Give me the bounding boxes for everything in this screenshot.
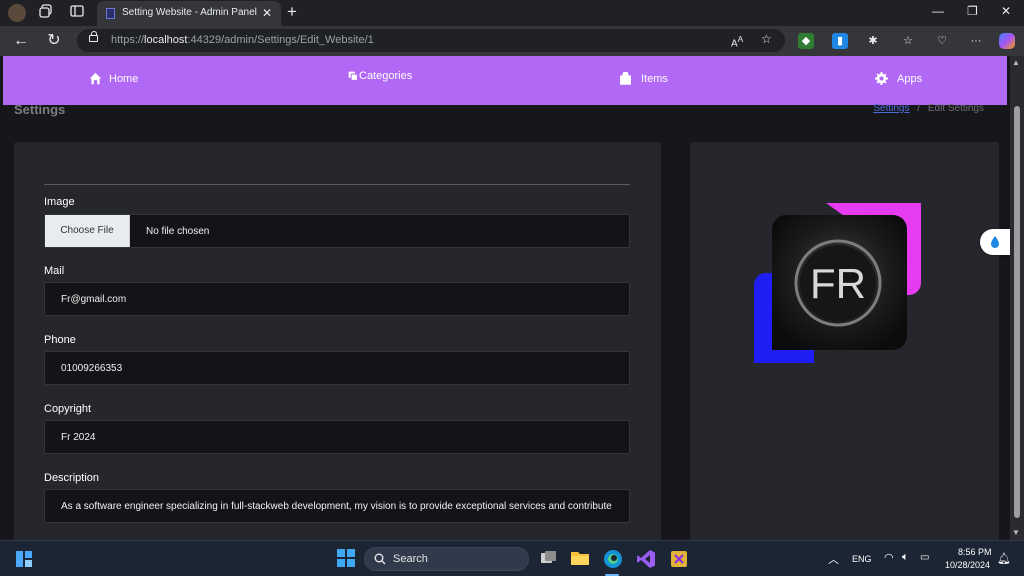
description-field[interactable]: As a software engineer specializing in f… <box>44 489 630 523</box>
phone-value: 01009266353 <box>61 363 123 374</box>
description-label: Description <box>44 472 100 484</box>
logo-preview-card: FR <box>690 142 999 540</box>
description-value: As a software engineer specializing in f… <box>61 501 612 512</box>
extension-blue-icon[interactable]: ▮ <box>832 33 848 49</box>
profile-avatar[interactable] <box>8 4 26 22</box>
windows-taskbar: Search ︿ ENG ◠ 🔈︎ ▭ 8:56 PM 10/28/2024 🔔… <box>0 540 1024 576</box>
breadcrumb: Settings / Edit Settings <box>873 103 984 114</box>
search-label: Search <box>393 553 428 565</box>
new-tab-icon[interactable]: + <box>287 2 297 22</box>
image-label: Image <box>44 196 75 208</box>
breadcrumb-settings-link[interactable]: Settings <box>873 103 909 114</box>
copy-icon <box>348 71 358 81</box>
tab-actions-icon[interactable] <box>68 4 86 22</box>
mail-field[interactable]: Fr@gmail.com <box>44 282 630 316</box>
choose-file-button[interactable]: Choose File <box>45 215 130 247</box>
nav-apps-label: Apps <box>897 72 923 85</box>
taskbar-search[interactable]: Search <box>364 547 529 571</box>
start-icon[interactable] <box>337 549 357 569</box>
nav-home-label: Home <box>109 72 139 85</box>
notification-bell-icon[interactable]: 🔔︎ <box>997 552 1011 565</box>
copilot-icon[interactable] <box>999 33 1015 49</box>
site-logo-image: FR <box>754 203 924 368</box>
more-menu-icon[interactable]: ··· <box>968 33 984 49</box>
copyright-field[interactable]: Fr 2024 <box>44 420 630 454</box>
top-navbar: Home Categories Items Apps <box>3 56 1007 105</box>
favorites-icon[interactable]: ☆ <box>900 33 916 49</box>
form-divider <box>44 184 630 185</box>
gear-icon <box>875 72 888 85</box>
home-icon <box>89 72 102 85</box>
file-status-text: No file chosen <box>146 226 210 237</box>
url-text: https://localhost:44329/admin/Settings/E… <box>111 34 374 46</box>
copyright-label: Copyright <box>44 403 92 415</box>
close-window-icon[interactable]: ✕ <box>1001 4 1011 18</box>
wifi-icon[interactable]: ◠ <box>884 551 894 564</box>
tab-active[interactable]: Setting Website - Admin Panel ✕ <box>97 1 281 26</box>
battery-icon[interactable]: ▭ <box>920 552 929 563</box>
clock-time[interactable]: 8:56 PM <box>958 547 992 557</box>
browser-essentials-icon[interactable]: ♡ <box>934 33 950 49</box>
nav-apps[interactable]: Apps <box>875 72 922 85</box>
browser-toolbar: ← ↻ https://localhost:44329/admin/Settin… <box>0 26 1024 56</box>
widgets-icon[interactable] <box>15 550 33 568</box>
edge-icon[interactable] <box>603 549 623 569</box>
tab-close-icon[interactable]: ✕ <box>262 6 272 20</box>
back-icon[interactable]: ← <box>11 31 31 51</box>
nav-home[interactable]: Home <box>89 72 138 85</box>
nav-items[interactable]: Items <box>619 72 668 85</box>
phone-label: Phone <box>44 334 76 346</box>
breadcrumb-separator: / <box>917 103 921 114</box>
tools-app-icon[interactable] <box>669 549 689 569</box>
restore-icon[interactable]: ❐ <box>967 4 978 18</box>
favorite-star-icon[interactable]: ☆ <box>761 32 772 46</box>
file-explorer-icon[interactable] <box>570 549 590 569</box>
logo-text: FR <box>810 260 866 307</box>
phone-field[interactable]: 01009266353 <box>44 351 630 385</box>
browser-tab-bar: Setting Website - Admin Panel ✕ + — ❐ ✕ <box>0 0 1024 26</box>
tab-title: Setting Website - Admin Panel <box>122 7 257 18</box>
read-aloud-icon[interactable]: AA <box>731 34 743 49</box>
search-icon <box>374 553 386 565</box>
workspaces-icon[interactable] <box>37 4 55 22</box>
scroll-down-icon[interactable]: ▼ <box>1012 528 1020 537</box>
shopping-bag-icon <box>620 72 631 85</box>
image-file-input[interactable]: Choose File No file chosen <box>44 214 630 248</box>
page-scrollbar[interactable]: ▲ ▼ <box>1010 56 1024 540</box>
extensions-puzzle-icon[interactable]: ✱ <box>865 33 881 49</box>
mail-value: Fr@gmail.com <box>61 294 127 305</box>
volume-icon[interactable]: 🔈︎ <box>902 551 909 564</box>
nav-categories[interactable]: Categories <box>348 70 412 82</box>
visual-studio-icon[interactable] <box>636 549 656 569</box>
extension-green-icon[interactable]: ◆ <box>798 33 814 49</box>
scroll-up-icon[interactable]: ▲ <box>1012 58 1020 67</box>
refresh-icon[interactable]: ↻ <box>44 31 64 51</box>
page-viewport: Home Categories Items Apps Settings Sett… <box>0 56 1010 540</box>
address-bar[interactable]: https://localhost:44329/admin/Settings/E… <box>77 29 785 52</box>
lock-icon <box>89 31 98 42</box>
minimize-icon[interactable]: — <box>932 4 944 18</box>
floating-sidebar-icon[interactable] <box>980 229 1010 255</box>
tab-favicon <box>106 8 115 19</box>
scroll-thumb[interactable] <box>1014 106 1020 518</box>
mail-label: Mail <box>44 265 65 277</box>
language-indicator[interactable]: ENG <box>852 554 872 564</box>
clock-date[interactable]: 10/28/2024 <box>945 560 990 570</box>
nav-categories-label: Categories <box>359 70 413 82</box>
task-view-icon[interactable] <box>539 549 559 569</box>
copyright-value: Fr 2024 <box>61 432 96 443</box>
nav-items-label: Items <box>641 72 668 85</box>
settings-form-card: Image Choose File No file chosen Mail Fr… <box>14 142 661 540</box>
page-title: Settings <box>14 102 66 117</box>
tray-overflow-icon[interactable]: ︿ <box>828 551 839 567</box>
breadcrumb-current: Edit Settings <box>927 103 984 114</box>
